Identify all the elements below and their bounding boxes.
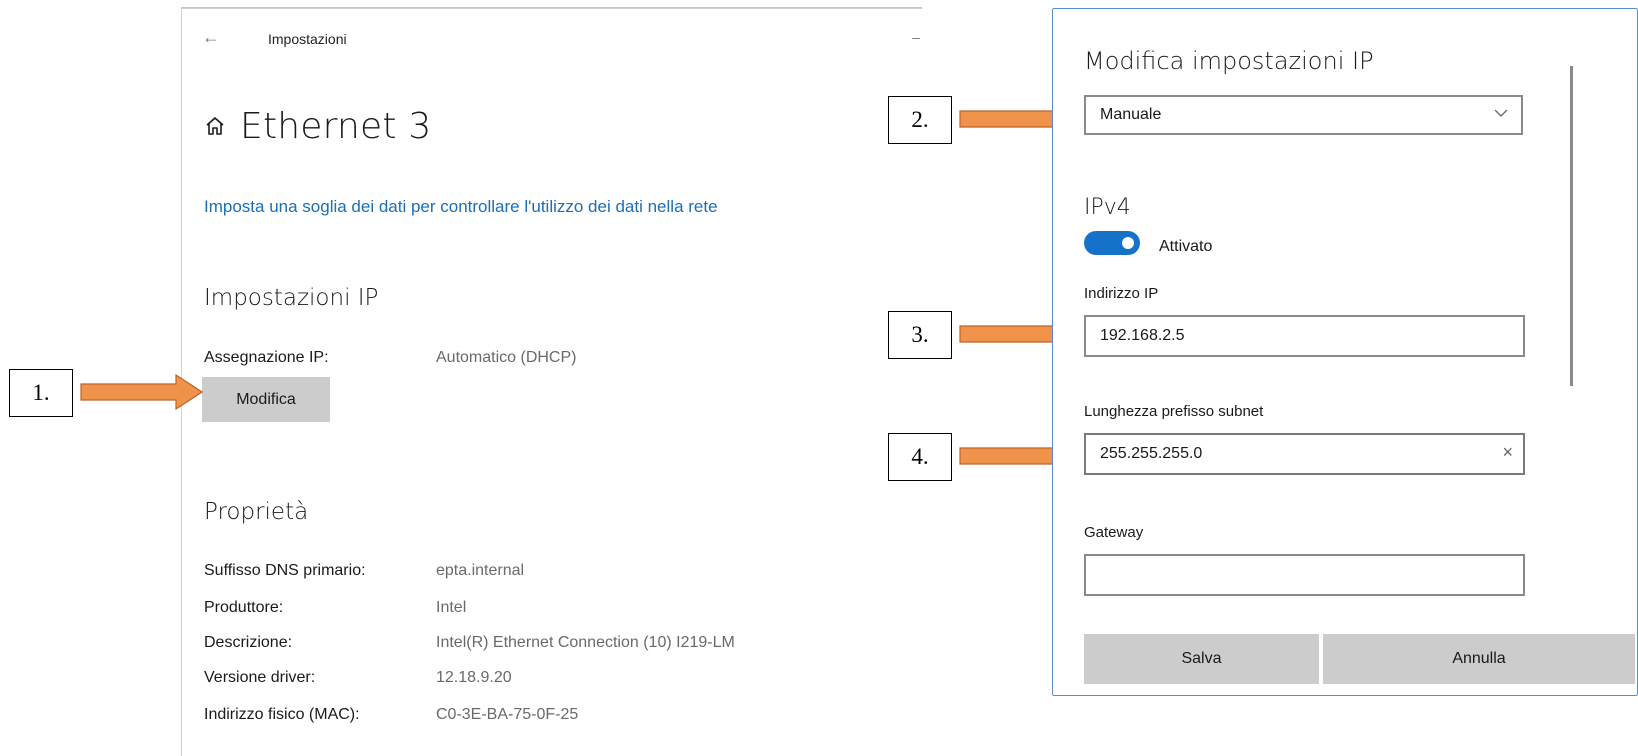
subnet-prefix-value: 255.255.255.0 bbox=[1100, 445, 1203, 462]
step-marker-1: 1. bbox=[9, 369, 73, 417]
property-label: Descrizione: bbox=[204, 634, 293, 651]
ip-assignment-label: Assegnazione IP: bbox=[204, 349, 329, 366]
property-value: Intel(R) Ethernet Connection (10) I219-L… bbox=[436, 634, 735, 651]
ip-assignment-value: Automatico (DHCP) bbox=[436, 349, 577, 366]
ip-settings-heading: Impostazioni IP bbox=[204, 285, 379, 311]
chevron-down-icon bbox=[1494, 109, 1508, 117]
ip-address-value: 192.168.2.5 bbox=[1100, 327, 1185, 344]
save-button[interactable]: Salva bbox=[1084, 634, 1319, 684]
step-marker-3: 3. bbox=[888, 311, 952, 359]
property-value: 12.18.9.20 bbox=[436, 669, 512, 686]
ipv4-toggle-label: Attivato bbox=[1159, 238, 1213, 255]
edit-ip-dialog: Modifica impostazioni IP Manuale IPv4 At… bbox=[1052, 8, 1638, 696]
property-value: Intel bbox=[436, 599, 467, 616]
settings-window: ← Impostazioni – Ethernet 3 Imposta una … bbox=[181, 8, 922, 756]
cancel-button[interactable]: Annulla bbox=[1323, 634, 1635, 684]
step-marker-2: 2. bbox=[888, 96, 952, 144]
back-arrow-icon[interactable]: ← bbox=[202, 27, 220, 48]
page-header: Ethernet 3 bbox=[204, 102, 431, 150]
edit-ip-button[interactable]: Modifica bbox=[202, 377, 330, 422]
page-title: Ethernet 3 bbox=[240, 105, 432, 147]
step-marker-4: 4. bbox=[888, 433, 952, 481]
clear-icon[interactable]: × bbox=[1502, 442, 1513, 463]
toggle-knob bbox=[1122, 237, 1134, 249]
gateway-input[interactable] bbox=[1084, 554, 1525, 596]
ip-address-input[interactable]: 192.168.2.5 bbox=[1084, 315, 1525, 357]
properties-heading: Proprietà bbox=[204, 499, 309, 525]
ip-address-label: Indirizzo IP bbox=[1084, 285, 1159, 302]
property-value: epta.internal bbox=[436, 562, 525, 579]
subnet-prefix-input[interactable]: 255.255.255.0 × bbox=[1084, 433, 1525, 475]
scrollbar[interactable] bbox=[1570, 66, 1573, 386]
property-label: Versione driver: bbox=[204, 669, 316, 686]
ip-mode-dropdown[interactable]: Manuale bbox=[1084, 95, 1523, 135]
property-label: Suffisso DNS primario: bbox=[204, 562, 366, 579]
app-title: Impostazioni bbox=[268, 31, 347, 47]
property-label: Indirizzo fisico (MAC): bbox=[204, 706, 360, 723]
dropdown-selected-value: Manuale bbox=[1100, 106, 1162, 123]
property-label: Produttore: bbox=[204, 599, 284, 616]
property-value: C0-3E-BA-75-0F-25 bbox=[436, 706, 579, 723]
subnet-prefix-label: Lunghezza prefisso subnet bbox=[1084, 403, 1264, 420]
minimize-button[interactable]: – bbox=[912, 29, 920, 45]
ipv4-heading: IPv4 bbox=[1084, 195, 1131, 220]
home-icon bbox=[206, 117, 224, 135]
data-limit-link[interactable]: Imposta una soglia dei dati per controll… bbox=[204, 197, 718, 217]
dialog-title: Modifica impostazioni IP bbox=[1084, 47, 1374, 75]
title-bar: ← Impostazioni – bbox=[182, 9, 922, 71]
arrow-icon bbox=[80, 374, 203, 410]
gateway-label: Gateway bbox=[1084, 524, 1144, 541]
ipv4-toggle[interactable] bbox=[1084, 231, 1140, 255]
